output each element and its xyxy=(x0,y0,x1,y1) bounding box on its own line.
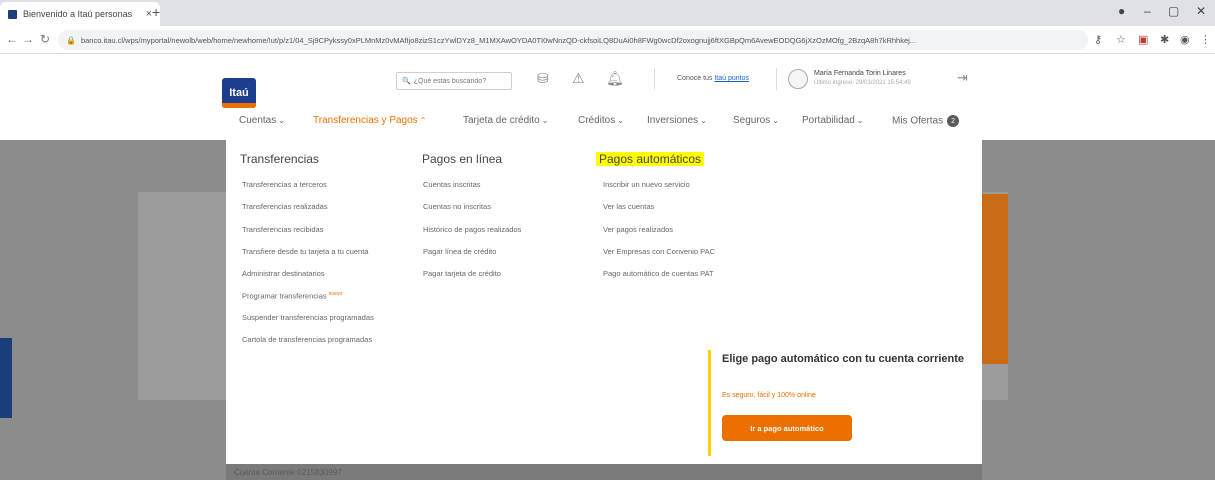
nav-creditos[interactable]: Créditos ⌄ xyxy=(578,115,624,126)
nav-label: Seguros xyxy=(733,115,771,126)
browser-tab[interactable]: Bienvenido a Itaú personas × xyxy=(0,2,160,26)
ir-pago-automatico-button[interactable]: Ir a pago automático xyxy=(722,415,852,441)
piggy-bank-icon[interactable]: ⛁ xyxy=(537,70,549,87)
restore-icon[interactable]: ▢ xyxy=(1168,4,1179,18)
menu-link[interactable]: Transferencias a terceros xyxy=(242,180,327,189)
nav-label: Tarjeta de crédito xyxy=(463,115,540,126)
address-bar[interactable]: 🔒 banco.itau.cl/wps/myportal/newolb/web/… xyxy=(58,30,1088,50)
bell-icon[interactable]: 🔔︎ xyxy=(606,70,624,87)
menu-link[interactable]: Histórico de pagos realizados xyxy=(423,225,521,234)
account-icon[interactable]: ◉ xyxy=(1180,33,1190,46)
menu-link[interactable]: Suspender transferencias programadas xyxy=(242,313,374,322)
itau-puntos-link[interactable]: Itaú puntos xyxy=(714,75,749,82)
chevron-down-icon: ⌄ xyxy=(700,116,707,125)
highlighted-title: Pagos automáticos xyxy=(596,152,705,166)
itau-favicon-icon xyxy=(8,9,17,19)
site-header: Itaú 🔍 ⛁ ⚠ 🔔︎ Conoce tus Itaú puntos Mar… xyxy=(0,54,1215,140)
nav-label: Cuentas xyxy=(239,115,277,126)
offers-badge: 2 xyxy=(947,115,960,127)
star-icon[interactable]: ☆ xyxy=(1116,33,1126,46)
chevron-down-icon: ⌄ xyxy=(617,116,624,125)
nav-transferencias-pagos[interactable]: Transferencias y Pagos ⌃ xyxy=(313,115,426,126)
browser-tabstrip: Bienvenido a Itaú personas × + ● – ▢ ✕ xyxy=(0,0,1215,26)
account-footer: Cuenta Corriente 0215830997 xyxy=(226,464,982,480)
new-tab-button[interactable]: + xyxy=(152,4,160,20)
menu-link[interactable]: Ver las cuentas xyxy=(603,202,654,211)
new-badge: nuevo xyxy=(328,291,343,297)
browser-toolbar: ← → ↻ 🔒 banco.itau.cl/wps/myportal/newol… xyxy=(0,26,1215,54)
nav-portabilidad[interactable]: Portabilidad ⌄ xyxy=(802,115,864,126)
user-name: María Fernanda Torin Linares xyxy=(814,70,906,77)
points-prefix: Conoce tus xyxy=(677,75,715,82)
menu-link[interactable]: Ver pagos realizados xyxy=(603,225,673,234)
page: Itaú 🔍 ⛁ ⚠ 🔔︎ Conoce tus Itaú puntos Mar… xyxy=(0,54,1215,480)
menu-link[interactable]: Transfiere desde tu tarjeta a tu cuenta xyxy=(242,247,368,256)
promo-title: Elige pago automático con tu cuenta corr… xyxy=(722,353,965,365)
menu-link[interactable]: Pago automático de cuentas PAT xyxy=(603,269,714,278)
nav-label: Portabilidad xyxy=(802,115,855,126)
promo-subtitle: Es seguro, fácil y 100% online xyxy=(722,392,816,399)
menu-link[interactable]: Cuentas no inscritas xyxy=(423,202,491,211)
nav-cuentas[interactable]: Cuentas ⌄ xyxy=(239,115,285,126)
menu-link[interactable]: Administrar destinatarios xyxy=(242,269,325,278)
chevron-down-icon: ⌄ xyxy=(541,116,549,125)
extension-icon[interactable]: ▣ xyxy=(1138,33,1148,46)
key-icon[interactable]: ⚷ xyxy=(1094,33,1102,46)
nav-seguros[interactable]: Seguros ⌄ xyxy=(733,115,779,126)
chevron-down-icon: ⌄ xyxy=(278,116,285,125)
background-accent xyxy=(0,338,12,418)
menu-link[interactable]: Inscribir un nuevo servicio xyxy=(603,180,690,189)
nav-label: Créditos xyxy=(578,115,616,126)
menu-kebab-icon[interactable]: ⋮ xyxy=(1200,33,1211,46)
puzzle-icon[interactable]: ✱ xyxy=(1160,33,1169,46)
window-close-icon[interactable]: ✕ xyxy=(1196,4,1206,18)
chevron-up-icon: ⌃ xyxy=(419,116,427,125)
search-input[interactable] xyxy=(413,77,504,85)
main-nav: Cuentas ⌄ Transferencias y Pagos ⌃ Tarjeta… xyxy=(0,112,1215,136)
menu-link[interactable]: Cartola de transferencias programadas xyxy=(242,335,372,344)
nav-label: Transferencias y Pagos xyxy=(313,115,418,126)
nav-inversiones[interactable]: Inversiones ⌄ xyxy=(647,115,707,126)
chevron-down-icon: ⌄ xyxy=(856,116,864,125)
header-divider xyxy=(776,68,777,90)
search-icon: 🔍 xyxy=(402,78,411,85)
background-banner xyxy=(980,194,1008,364)
lock-icon: 🔒 xyxy=(66,35,76,45)
minimize-icon[interactable]: – xyxy=(1144,4,1151,18)
points-promo: Conoce tus Itaú puntos xyxy=(677,75,749,82)
mega-menu-dropdown: Transferencias Transferencias a terceros… xyxy=(226,140,982,464)
profile-dot-icon[interactable]: ● xyxy=(1118,4,1125,18)
avatar[interactable] xyxy=(788,69,808,89)
reload-icon[interactable]: ↻ xyxy=(40,32,50,46)
itau-logo[interactable]: Itaú xyxy=(222,78,256,108)
menu-link-label: Programar transferencias xyxy=(242,291,327,301)
alert-icon[interactable]: ⚠ xyxy=(572,70,585,87)
menu-link[interactable]: Pagar línea de crédito xyxy=(423,247,496,256)
tab-title: Bienvenido a Itaú personas xyxy=(23,9,133,19)
nav-label: Mis Ofertas xyxy=(892,115,944,127)
search-box[interactable]: 🔍 xyxy=(396,72,512,90)
forward-arrow-icon[interactable]: → xyxy=(22,32,34,46)
menu-link[interactable]: Ver Empresas con Convenio PAC xyxy=(603,247,715,256)
menu-link[interactable]: Pagar tarjeta de crédito xyxy=(423,269,501,278)
nav-tarjeta-credito[interactable]: Tarjeta de crédito ⌄ xyxy=(463,115,548,126)
logout-icon[interactable]: ⇥ xyxy=(957,70,968,86)
back-arrow-icon[interactable]: ← xyxy=(6,32,18,46)
promo-accent-bar xyxy=(708,350,711,456)
nav-label: Inversiones xyxy=(647,115,699,126)
chevron-down-icon: ⌄ xyxy=(772,116,779,125)
header-divider xyxy=(654,68,655,90)
col-title-pagos-automaticos: Pagos automáticos xyxy=(596,152,705,166)
col-title-pagos-linea: Pagos en línea xyxy=(422,152,503,166)
col-title-transferencias: Transferencias xyxy=(240,152,319,166)
menu-link[interactable]: Cuentas inscritas xyxy=(423,180,481,189)
last-login: Último ingreso: 29/03/2021 15:54:49 xyxy=(814,80,911,86)
nav-mis-ofertas[interactable]: Mis Ofertas 2 xyxy=(892,115,960,127)
url-text: banco.itau.cl/wps/myportal/newolb/web/ho… xyxy=(80,35,917,45)
menu-link[interactable]: Transferencias recibidas xyxy=(242,225,323,234)
menu-link-programar[interactable]: Programar transferencias nuevo xyxy=(242,291,342,301)
menu-link[interactable]: Transferencias realizadas xyxy=(242,202,328,211)
